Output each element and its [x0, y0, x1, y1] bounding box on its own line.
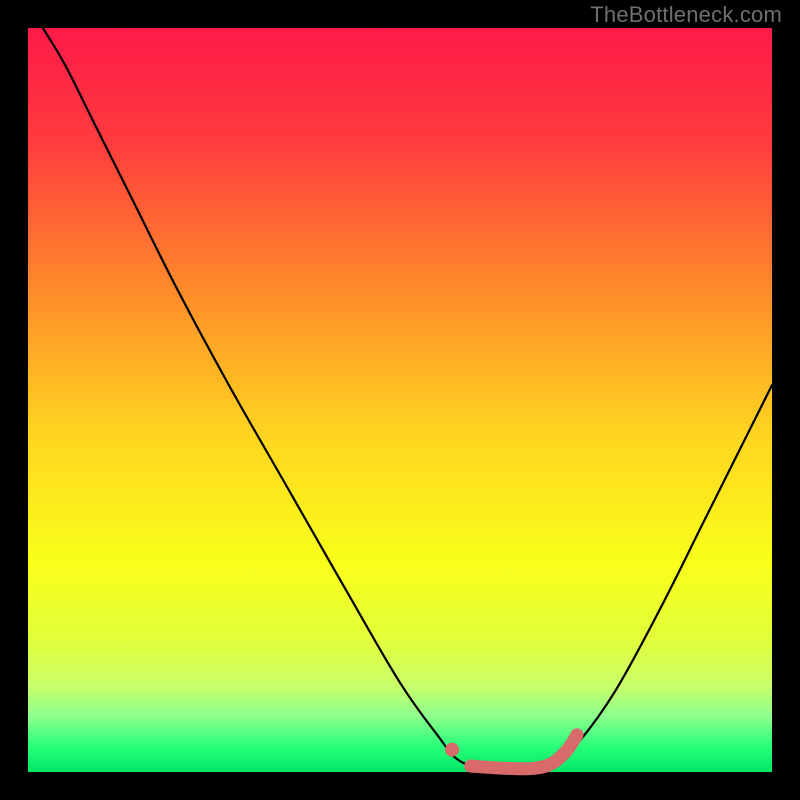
- bottleneck-chart: [0, 0, 800, 800]
- chart-background: [28, 28, 772, 772]
- optimal-point-dot: [445, 743, 459, 757]
